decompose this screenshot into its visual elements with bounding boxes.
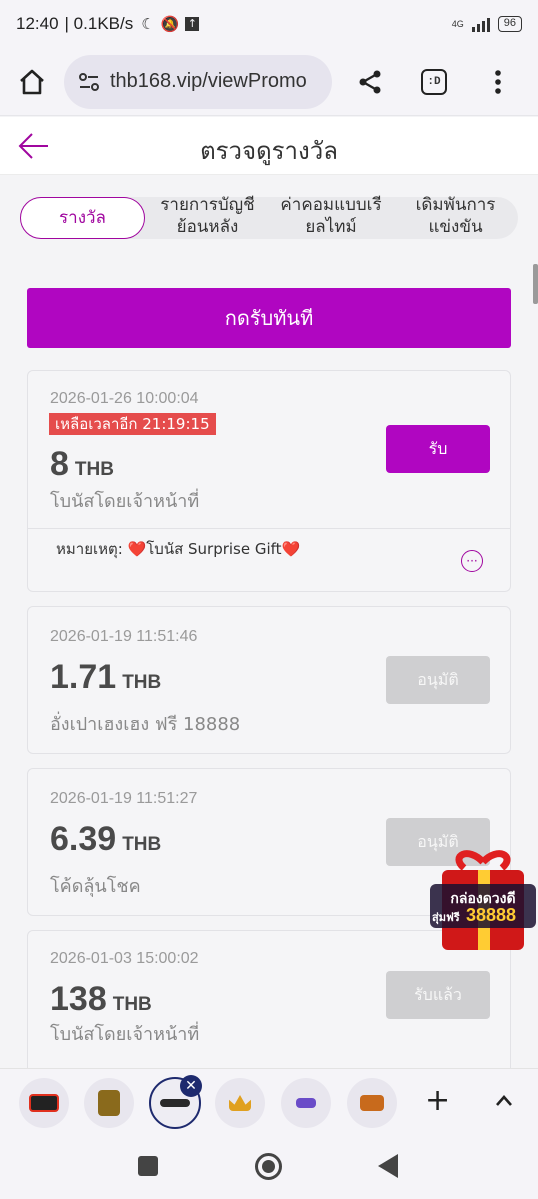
moon-icon: ☾ [141, 15, 155, 33]
home-nav-button[interactable] [255, 1153, 282, 1180]
lucky-box-promo[interactable]: กล่องดวงดี สุ่มฟรี 38888 [428, 850, 538, 954]
claimed-button[interactable]: รับแล้ว [386, 971, 490, 1019]
tab-favicon-4[interactable] [215, 1078, 265, 1128]
reward-amount: 6.39 THB [50, 820, 162, 858]
promo-subtitle: สุ่มฟรี [432, 911, 460, 924]
clock: 12:40 [16, 14, 59, 33]
chevron-up-icon[interactable] [494, 1091, 514, 1111]
back-nav-button[interactable] [378, 1154, 398, 1178]
reward-description: โค้ดลุ้นโชค [50, 876, 141, 897]
tab-favicon-5[interactable] [281, 1078, 331, 1128]
tab-favicon-1[interactable] [19, 1078, 69, 1128]
tab-rewards[interactable]: รางวัล [20, 197, 145, 239]
page-header: ตรวจดูรางวัล [0, 117, 538, 175]
recents-button[interactable] [138, 1156, 158, 1176]
address-bar[interactable]: thb168.vip/viewPromo [64, 54, 332, 109]
battery-icon: 96 [497, 16, 522, 32]
menu-button[interactable] [466, 48, 530, 116]
share-icon [359, 70, 381, 93]
tab-count: :D [421, 68, 447, 95]
tab-competition-bets[interactable]: เดิมพันการ แข่งขัน [398, 194, 513, 238]
reward-description: โบนัสโดยเจ้าหน้าที่ [50, 491, 200, 512]
signal-icon [471, 16, 490, 32]
network-type: 4G [451, 19, 464, 29]
promo-number: 38888 [466, 905, 517, 925]
site-logo-icon [160, 1099, 190, 1107]
reward-amount: 138 THB [50, 980, 152, 1018]
muted-bell-icon: 🔕 [160, 15, 180, 33]
home-icon [20, 69, 44, 94]
status-bar: 12:40 | 0.1KB/s ☾ 🔕 ↑ 4G 96 [0, 0, 538, 48]
reward-tabs: รางวัล รายการบัญชี ย้อนหลัง ค่าคอมแบบเรี… [0, 176, 538, 262]
countdown-badge: เหลือเวลาอีก 21:19:15 [49, 413, 216, 435]
site-settings-icon[interactable] [78, 72, 100, 92]
reward-date: 2026-01-26 10:00:04 [50, 390, 199, 407]
browser-tab-strip: ✕ + [0, 1068, 538, 1132]
tab-favicon-6[interactable] [347, 1078, 397, 1128]
reward-description: โบนัสโดยเจ้าหน้าที่ [50, 1024, 200, 1045]
scrollbar[interactable] [533, 264, 538, 304]
crown-icon [229, 1095, 251, 1111]
divider [28, 528, 510, 529]
reward-date: 2026-01-03 15:00:02 [50, 950, 199, 967]
new-tab-button[interactable]: + [425, 1083, 450, 1118]
reward-date: 2026-01-19 11:51:46 [50, 628, 198, 645]
reward-amount: 8 THB [50, 445, 114, 483]
close-tab-icon[interactable]: ✕ [180, 1075, 202, 1097]
claim-all-button[interactable]: กดรับทันที [27, 288, 511, 348]
site-logo-icon [98, 1090, 120, 1116]
browser-toolbar: thb168.vip/viewPromo :D [0, 48, 538, 116]
network-speed: | 0.1KB/s [64, 14, 134, 33]
site-logo-icon [360, 1095, 384, 1111]
reward-amount: 1.71 THB [50, 658, 162, 696]
site-logo-icon [29, 1094, 59, 1112]
tab-favicon-2[interactable] [84, 1078, 134, 1128]
reward-description: อั่งเปาเฮงเฮง ฟรี 18888 [50, 714, 241, 735]
page-title: ตรวจดูรางวัล [200, 137, 338, 165]
tab-realtime-commission[interactable]: ค่าคอมแบบเรี ยลไทม์ [272, 194, 390, 238]
share-button[interactable] [338, 48, 402, 116]
tab-account-history[interactable]: รายการบัญชี ย้อนหลัง [150, 194, 265, 238]
site-logo-icon [296, 1098, 316, 1108]
approve-button[interactable]: อนุมัติ [386, 656, 490, 704]
home-button[interactable] [0, 48, 64, 116]
tab-switcher-button[interactable]: :D [402, 48, 466, 116]
reward-card: 2026-01-26 10:00:04 เหลือเวลาอีก 21:19:1… [27, 370, 511, 592]
system-nav-bar [0, 1132, 538, 1199]
reward-card: 2026-01-19 11:51:46 1.71 THB อั่งเปาเฮงเฮ… [27, 606, 511, 754]
url-text: thb168.vip/viewPromo [110, 70, 307, 92]
kebab-menu-icon [495, 69, 501, 94]
reward-note: หมายเหตุ: ❤️โบนัส Surprise Gift❤️ [56, 540, 301, 558]
upload-icon: ↑ [185, 17, 200, 31]
more-options-icon[interactable]: ··· [461, 550, 483, 572]
reward-date: 2026-01-19 11:51:27 [50, 790, 198, 807]
receive-button[interactable]: รับ [386, 425, 490, 473]
